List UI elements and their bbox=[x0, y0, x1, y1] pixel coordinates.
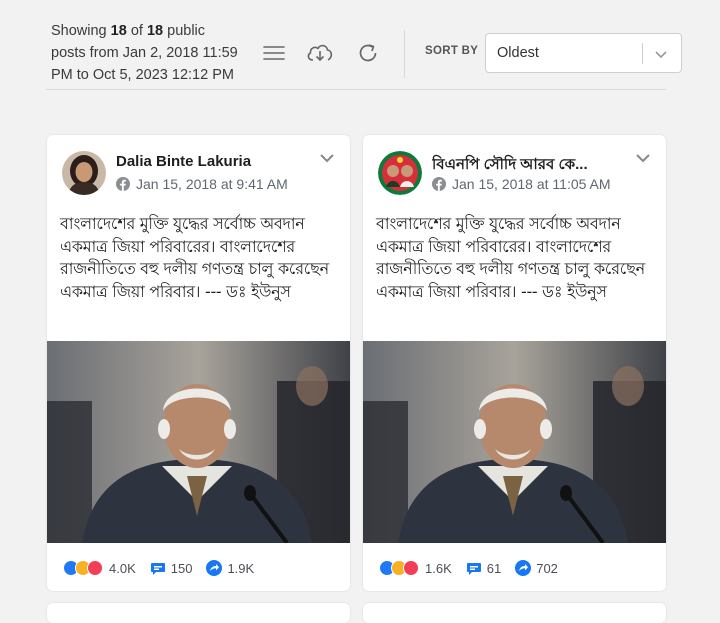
facebook-icon bbox=[116, 177, 130, 191]
post-photo[interactable] bbox=[363, 341, 666, 543]
results-summary: Showing 18 of 18 public posts from Jan 2… bbox=[51, 20, 263, 86]
post-photo[interactable] bbox=[47, 341, 350, 543]
chevron-down-icon[interactable] bbox=[319, 151, 335, 169]
facebook-icon bbox=[432, 177, 446, 191]
refresh-icon[interactable] bbox=[353, 38, 383, 68]
comments-value: 61 bbox=[486, 560, 502, 576]
avatar[interactable] bbox=[62, 151, 106, 195]
reaction-icons bbox=[63, 560, 103, 576]
comment-icon bbox=[466, 563, 481, 575]
shares-count[interactable]: 1.9K bbox=[206, 560, 254, 576]
sort-select[interactable]: Oldest bbox=[485, 33, 682, 73]
post-meta: Jan 15, 2018 at 9:41 AM bbox=[116, 176, 288, 192]
summary-suffix: public bbox=[167, 23, 206, 39]
post-card: বিএনপি সৌদি আরব কে... Jan 15, 2018 at 11… bbox=[363, 135, 666, 591]
avatar[interactable] bbox=[378, 151, 422, 195]
share-icon bbox=[206, 560, 223, 576]
summary-showing: Showing bbox=[51, 23, 107, 39]
shares-value: 702 bbox=[536, 560, 558, 576]
shares-count[interactable]: 702 bbox=[515, 560, 558, 576]
sort-select-value: Oldest bbox=[497, 45, 539, 61]
summary-date-from: posts from Jan 2, 2018 11:59 bbox=[51, 45, 238, 61]
chevron-down-icon[interactable] bbox=[635, 151, 651, 169]
post-date[interactable]: Jan 15, 2018 at 11:05 AM bbox=[452, 176, 611, 192]
post-card-partial bbox=[47, 603, 350, 623]
summary-date-to: PM to Oct 5, 2023 12:12 PM bbox=[51, 67, 234, 83]
reaction-icons bbox=[379, 560, 419, 576]
summary-count: 18 bbox=[110, 23, 127, 39]
love-icon bbox=[403, 560, 419, 576]
post-meta: Jan 15, 2018 at 11:05 AM bbox=[432, 176, 611, 192]
post-date[interactable]: Jan 15, 2018 at 9:41 AM bbox=[136, 176, 288, 192]
post-stats: 4.0K 150 1.9K bbox=[63, 559, 268, 577]
comments-count[interactable]: 61 bbox=[466, 560, 501, 576]
summary-of: of bbox=[130, 23, 143, 39]
toolbar: Showing 18 of 18 public posts from Jan 2… bbox=[0, 0, 720, 100]
author-name[interactable]: বিএনপি সৌদি আরব কে... bbox=[432, 153, 622, 178]
post-card: Dalia Binte Lakuria Jan 15, 2018 at 9:41… bbox=[47, 135, 350, 591]
select-separator bbox=[642, 43, 643, 64]
toolbar-divider bbox=[404, 30, 405, 78]
reactions-value: 4.0K bbox=[109, 560, 136, 576]
reactions-count[interactable]: 1.6K bbox=[379, 560, 452, 576]
post-stats: 1.6K 61 702 bbox=[379, 559, 572, 577]
shares-value: 1.9K bbox=[227, 560, 255, 576]
comments-count[interactable]: 150 bbox=[150, 560, 193, 576]
love-icon bbox=[87, 560, 103, 576]
list-icon[interactable] bbox=[259, 38, 289, 68]
comments-value: 150 bbox=[170, 560, 193, 576]
sort-by-label: SORT BY bbox=[425, 45, 479, 57]
cloud-download-icon[interactable] bbox=[305, 38, 335, 68]
toolbar-divider-line bbox=[46, 89, 666, 90]
summary-total: 18 bbox=[146, 23, 164, 39]
author-name[interactable]: Dalia Binte Lakuria bbox=[116, 153, 306, 170]
comment-icon bbox=[150, 563, 165, 575]
reactions-value: 1.6K bbox=[425, 560, 452, 576]
post-text: বাংলাদেশের মুক্তি যুদ্ধের সর্বোচ্চ অবদান… bbox=[376, 214, 645, 301]
reactions-count[interactable]: 4.0K bbox=[63, 560, 136, 576]
post-card-partial bbox=[363, 603, 666, 623]
post-text: বাংলাদেশের মুক্তি যুদ্ধের সর্বোচ্চ অবদান… bbox=[60, 214, 329, 301]
share-icon bbox=[515, 560, 532, 576]
chevron-down-icon[interactable] bbox=[651, 44, 671, 69]
